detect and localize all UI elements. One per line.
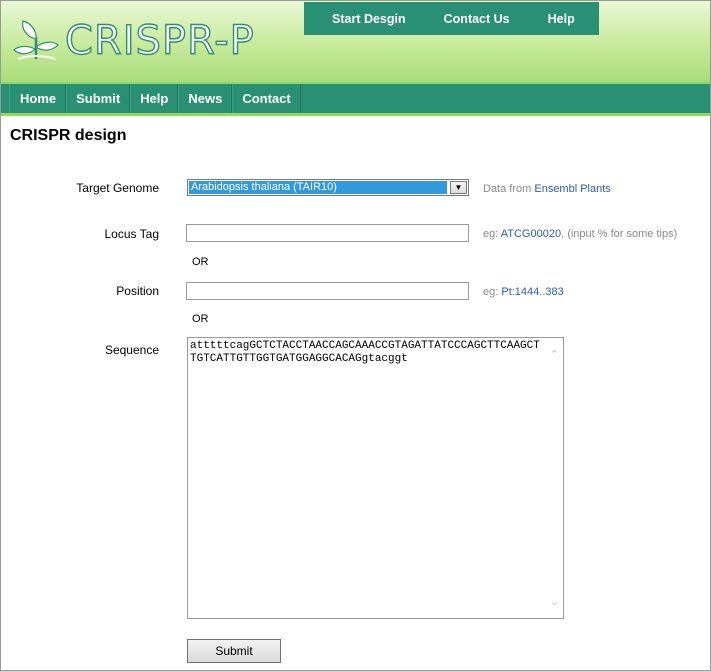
top-nav-contact-us[interactable]: Contact Us — [444, 12, 510, 26]
main-nav-home[interactable]: Home — [9, 84, 67, 113]
main-nav-news[interactable]: News — [178, 84, 233, 113]
position-hint: eg: Pt:1444..383 — [483, 286, 564, 298]
target-genome-hint: Data from Ensembl Plants — [483, 183, 611, 195]
main-nav-submit[interactable]: Submit — [66, 84, 131, 113]
main-nav: Home Submit Help News Contact — [1, 82, 710, 116]
locus-tag-label: Locus Tag — [104, 227, 160, 241]
sequence-scrollbar[interactable]: ⌃ ⌄ — [546, 338, 563, 618]
ensembl-plants-link[interactable]: Ensembl Plants — [534, 183, 610, 195]
main-nav-contact[interactable]: Contact — [232, 84, 301, 113]
or-label-1: OR — [192, 256, 209, 268]
top-nav-start-design[interactable]: Start Desgin — [332, 12, 406, 26]
leaf-logo-icon — [13, 20, 59, 60]
top-nav-help[interactable]: Help — [548, 12, 575, 26]
logo-text: CRISPR-P — [64, 18, 255, 64]
sequence-textarea[interactable]: atttttcagGCTCTACCTAACCAGCAAACCGTAGATTATC… — [187, 337, 564, 619]
scroll-up-icon[interactable]: ⌃ — [546, 346, 563, 363]
scroll-down-icon[interactable]: ⌄ — [546, 593, 563, 610]
locus-tag-example-link[interactable]: ATCG00020 — [501, 228, 561, 240]
position-input[interactable] — [186, 282, 469, 300]
sequence-text: atttttcagGCTCTACCTAACCAGCAAACCGTAGATTATC… — [190, 340, 540, 365]
target-genome-select[interactable]: Arabidopsis thaliana (TAIR10) ▼ — [187, 179, 469, 196]
chevron-down-icon[interactable]: ▼ — [450, 181, 467, 194]
locus-tag-hint: eg: ATCG00020, (input % for some tips) — [483, 228, 678, 240]
logo[interactable]: CRISPR-P — [13, 15, 263, 67]
position-example-link[interactable]: Pt:1444..383 — [501, 286, 563, 298]
top-nav: Start Desgin Contact Us Help — [304, 2, 599, 35]
or-label-2: OR — [192, 313, 209, 325]
main-nav-help[interactable]: Help — [130, 84, 179, 113]
submit-button[interactable]: Submit — [187, 639, 281, 663]
target-genome-label: Target Genome — [76, 181, 159, 195]
page-title: CRISPR design — [10, 127, 127, 144]
header-banner: CRISPR-P Start Desgin Contact Us Help — [1, 1, 710, 82]
sequence-label: Sequence — [104, 343, 159, 357]
target-genome-selected-value: Arabidopsis thaliana (TAIR10) — [189, 181, 447, 194]
locus-tag-input[interactable] — [186, 224, 469, 242]
position-label: Position — [116, 284, 159, 298]
